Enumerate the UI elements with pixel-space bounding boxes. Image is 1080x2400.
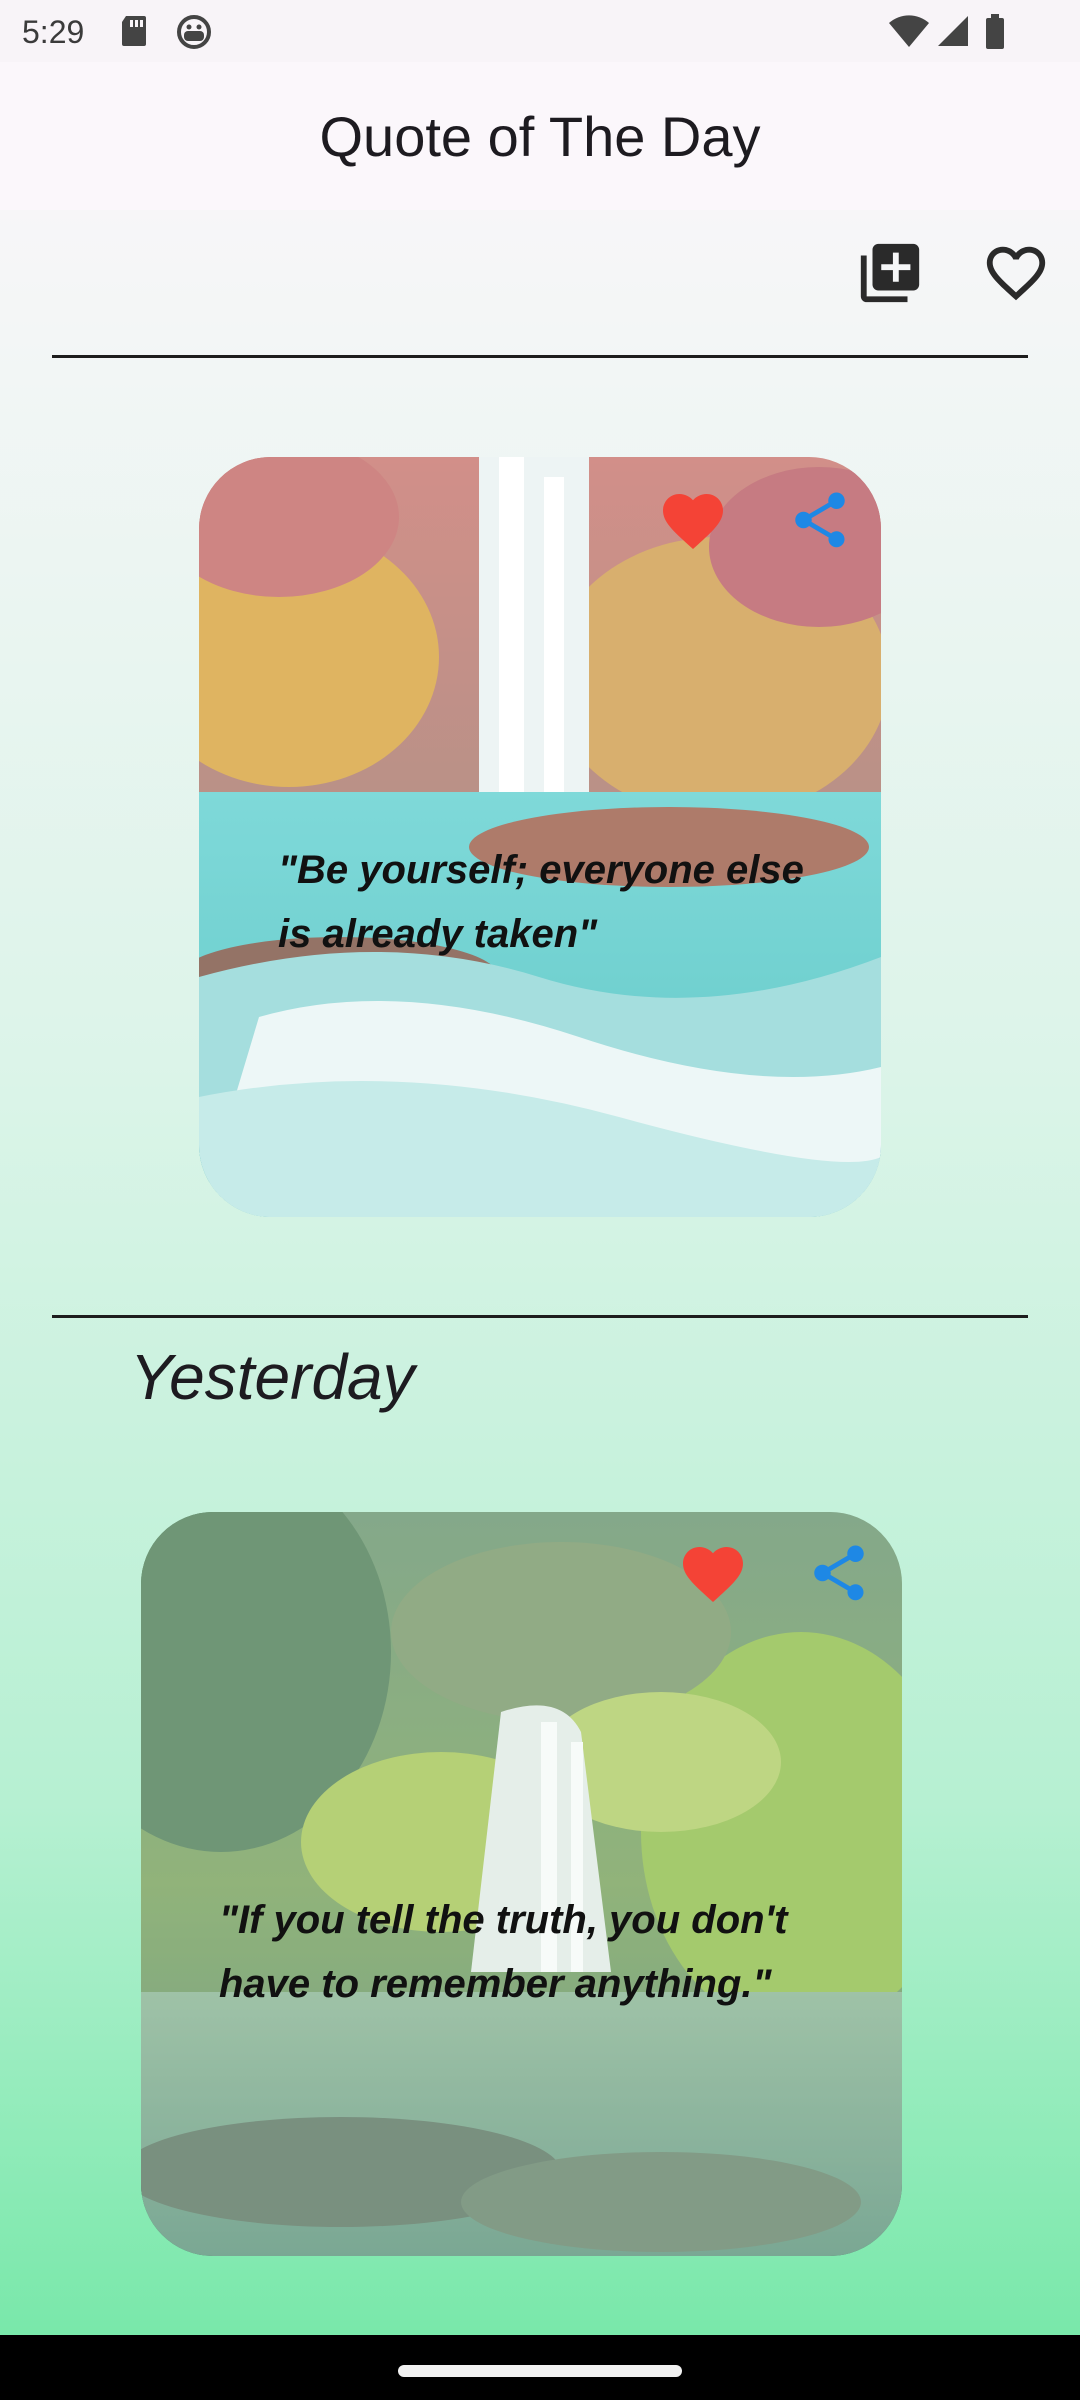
navigation-bar: [0, 2335, 1080, 2400]
yesterday-heading: Yesterday: [130, 1341, 415, 1413]
today-quote-card: "Be yourself; everyone else is already t…: [199, 457, 881, 1217]
share-icon[interactable]: [806, 1538, 872, 1608]
android-debug-icon: [177, 15, 211, 49]
battery-icon: [986, 14, 1004, 49]
favorite-heart-icon[interactable]: [677, 1538, 749, 1604]
waterfall-image: [199, 457, 881, 1217]
status-bar: 5:29: [0, 0, 1080, 62]
wifi-icon: [889, 15, 929, 48]
yesterday-quote-text: "If you tell the truth, you don't have t…: [219, 1898, 788, 2006]
app-bar: Quote of The Day: [0, 62, 1080, 210]
favorite-heart-icon[interactable]: [657, 485, 729, 551]
yesterday-quote-card: "If you tell the truth, you don't have t…: [141, 1512, 902, 2256]
forest-waterfall-image: [141, 1512, 902, 2256]
top-divider: [52, 355, 1028, 358]
today-quote-text: "Be yourself; everyone else is already t…: [278, 848, 804, 956]
add-collection-icon[interactable]: [855, 238, 925, 308]
sd-card-icon: [122, 16, 146, 46]
cell-signal-icon: [938, 16, 968, 46]
page-title: Quote of The Day: [319, 105, 761, 168]
status-time: 5:29: [22, 14, 85, 50]
favorites-heart-icon[interactable]: [978, 238, 1054, 308]
share-icon[interactable]: [787, 485, 853, 555]
main-content: "Be yourself; everyone else is already t…: [0, 210, 1080, 2335]
middle-divider: [52, 1315, 1028, 1318]
home-gesture-handle[interactable]: [398, 2365, 682, 2377]
